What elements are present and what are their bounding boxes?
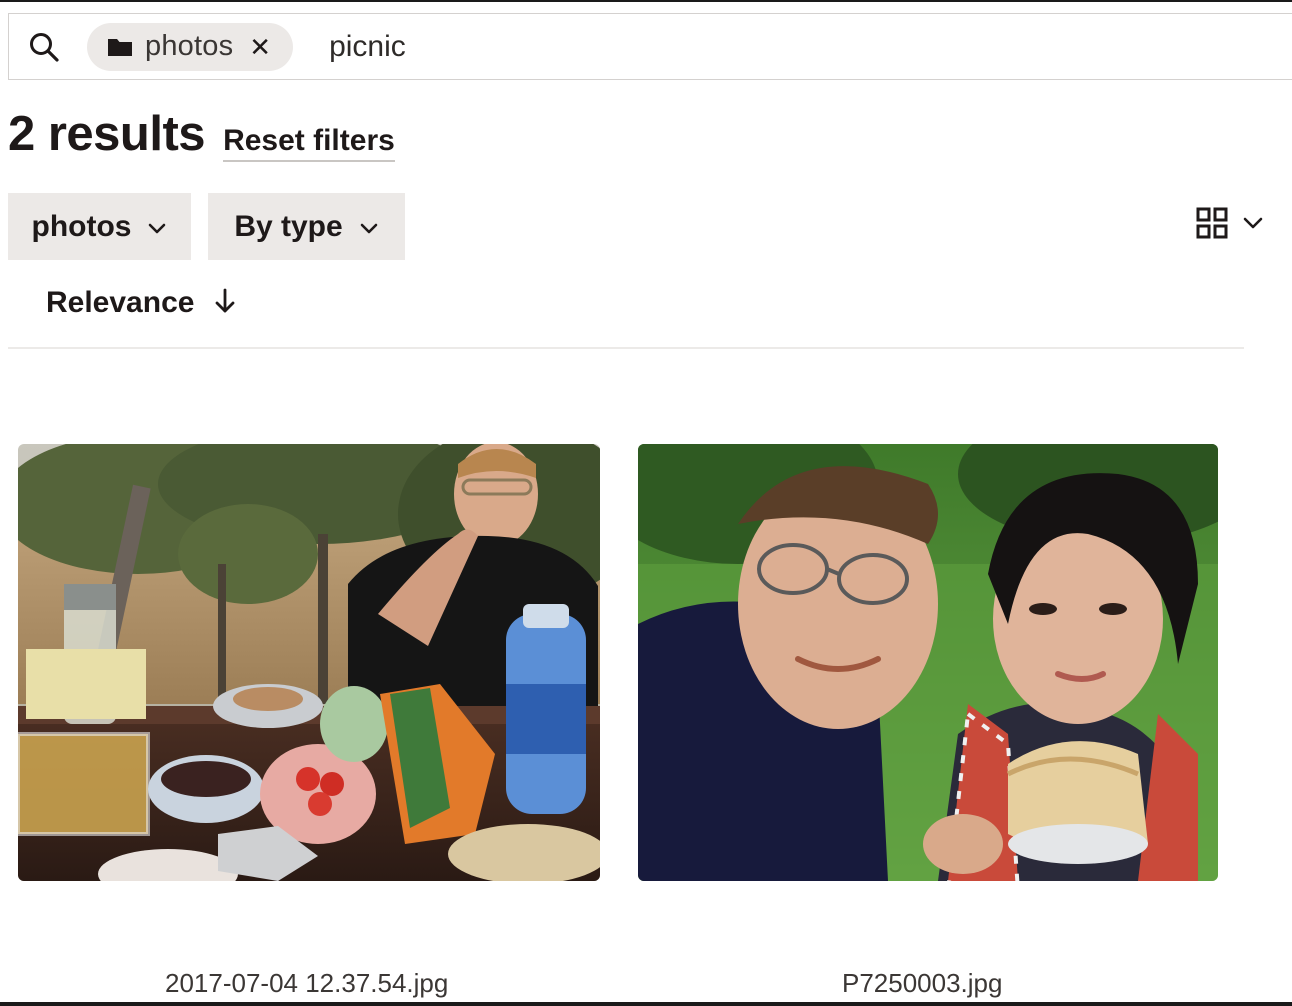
- location-filter-dropdown[interactable]: photos: [8, 193, 191, 260]
- view-mode-toggle[interactable]: [1196, 207, 1264, 244]
- folder-icon: [107, 37, 133, 57]
- file-name[interactable]: P7250003.jpg: [842, 968, 1002, 999]
- divider: [8, 347, 1244, 349]
- picnic-table-photo[interactable]: [18, 444, 600, 881]
- selfie-photo[interactable]: [638, 444, 1218, 881]
- search-input[interactable]: picnic: [329, 30, 406, 64]
- type-filter-label: By type: [234, 209, 343, 243]
- results-header: 2 results Reset filters: [8, 106, 395, 162]
- results-count: 2 results: [8, 107, 206, 161]
- file-name[interactable]: 2017-07-04 12.37.54.jpg: [165, 968, 448, 999]
- search-icon[interactable]: [27, 30, 61, 64]
- window-bottom-edge: [0, 1002, 1292, 1006]
- search-bar[interactable]: photos ✕ picnic: [8, 13, 1292, 80]
- chevron-down-icon: [359, 210, 379, 244]
- grid-view-icon: [1196, 207, 1228, 244]
- sort-label: Relevance: [46, 286, 195, 319]
- sort-control[interactable]: Relevance: [46, 286, 236, 320]
- type-filter-dropdown[interactable]: By type: [208, 193, 405, 260]
- folder-filter-chip-label: photos: [145, 30, 234, 62]
- arrow-down-icon: [214, 288, 236, 319]
- reset-filters-link[interactable]: Reset filters: [223, 124, 395, 162]
- chevron-down-icon: [1242, 216, 1264, 235]
- chevron-down-icon: [147, 210, 167, 244]
- location-filter-label: photos: [31, 209, 132, 243]
- window-top-edge: [0, 0, 1292, 2]
- folder-filter-chip: photos ✕: [87, 22, 294, 71]
- close-icon[interactable]: ✕: [249, 34, 271, 60]
